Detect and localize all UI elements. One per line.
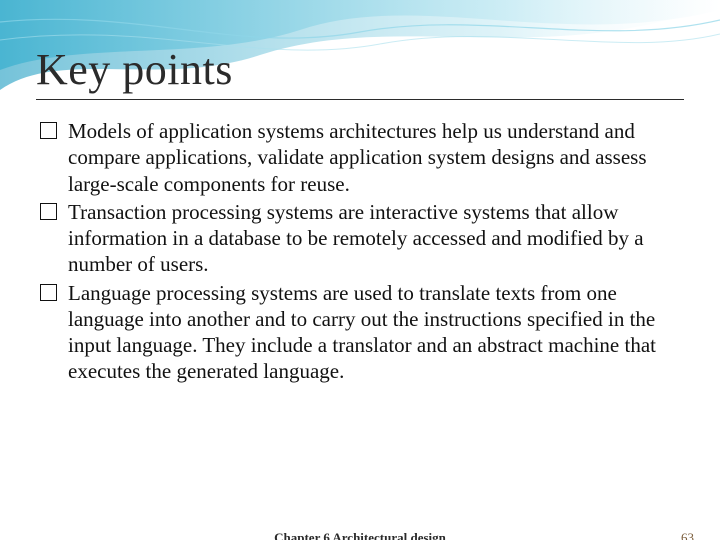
bullet-item: Models of application systems architectu… (40, 118, 680, 197)
bullet-list: Models of application systems architectu… (36, 118, 684, 385)
title-rule (36, 99, 684, 100)
slide: Key points Models of application systems… (0, 0, 720, 540)
bullet-item: Language processing systems are used to … (40, 280, 680, 385)
bullet-item: Transaction processing systems are inter… (40, 199, 680, 278)
slide-title: Key points (36, 44, 684, 95)
